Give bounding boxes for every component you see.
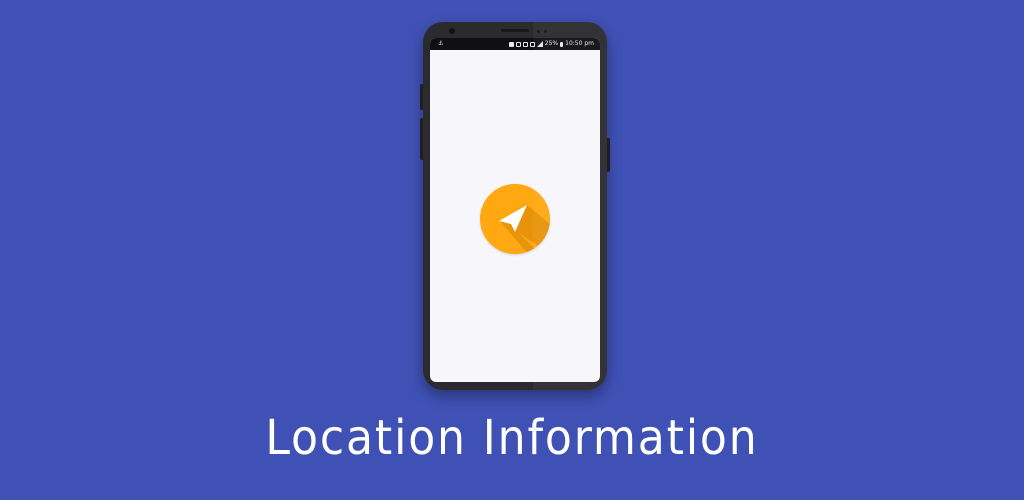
power-button: [607, 138, 610, 172]
volume-up-button: [420, 84, 423, 110]
status-bar: ⚓ 25% 10:50 pm: [430, 38, 600, 50]
sim-icon: [515, 41, 521, 47]
sensor-icon: [544, 30, 547, 33]
promo-banner: ⚓ 25% 10:50 pm Location Information: [0, 0, 1024, 500]
front-camera-icon: [449, 28, 455, 34]
volume-down-button: [420, 118, 423, 160]
page-title: Location Information: [265, 410, 759, 466]
sensor-icon: [537, 30, 540, 33]
battery-percent: 25%: [544, 40, 559, 47]
navigation-arrow-icon[interactable]: [480, 184, 550, 254]
nfc-icon: [529, 41, 535, 47]
notification-icon: [508, 41, 514, 47]
navigation-arrow-svg: [499, 205, 550, 254]
anchor-icon: ⚓: [438, 40, 444, 47]
phone-screen: ⚓ 25% 10:50 pm: [430, 38, 600, 382]
clock: 10:50 pm: [565, 40, 594, 47]
status-icons: 25% 10:50 pm: [508, 38, 594, 50]
earpiece-speaker: [501, 29, 529, 32]
phone-mockup: ⚓ 25% 10:50 pm: [420, 22, 610, 390]
battery-icon: [560, 41, 564, 47]
wifi-icon: [522, 41, 528, 47]
signal-icon: [536, 41, 543, 47]
